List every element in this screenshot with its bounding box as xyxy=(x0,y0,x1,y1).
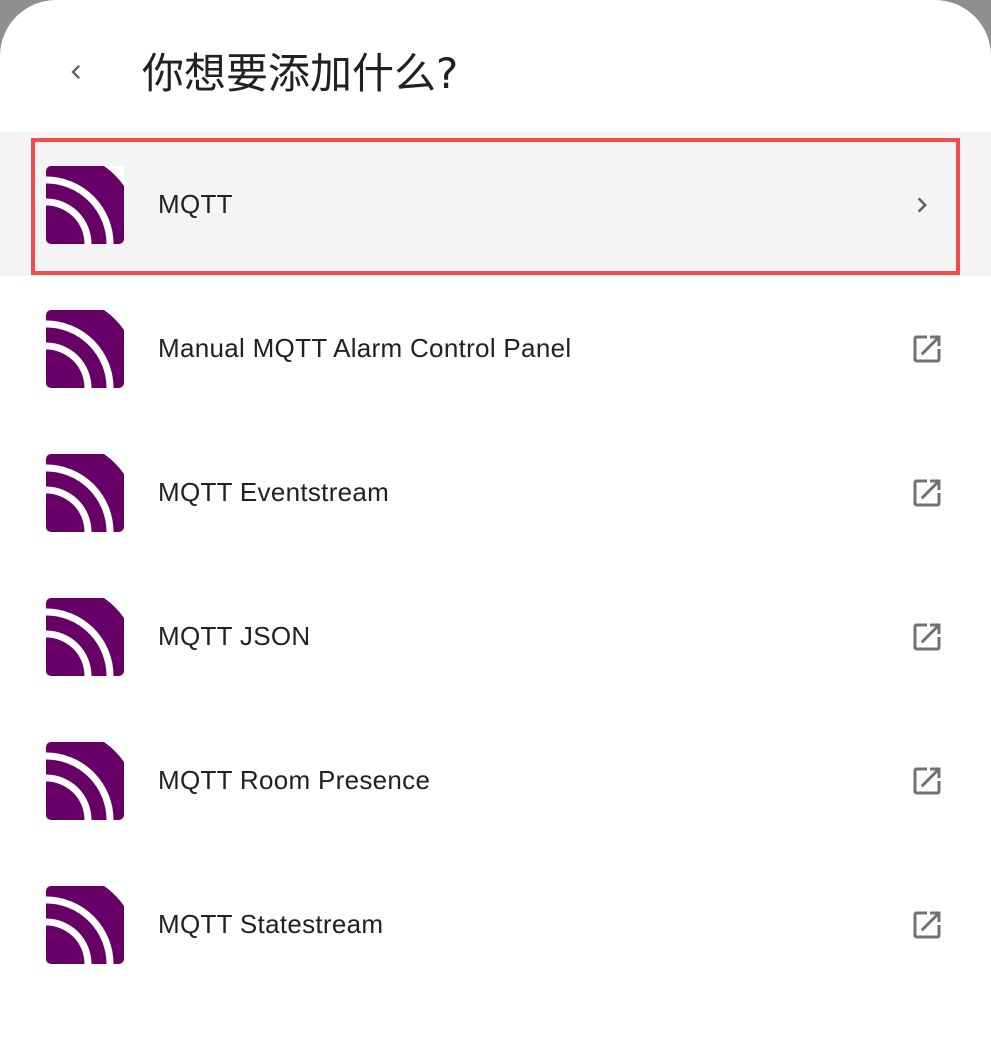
item-label: MQTT JSON xyxy=(158,621,311,651)
integration-list: MQTT Manual MQTT Alarm Control Panel MQT… xyxy=(0,132,991,996)
mqtt-icon xyxy=(46,598,124,676)
item-label: MQTT xyxy=(158,189,233,219)
chevron-right-button[interactable] xyxy=(907,190,937,220)
open-in-new-icon xyxy=(913,767,941,795)
list-item-mqtt-statestream[interactable]: MQTT Statestream xyxy=(0,852,991,996)
list-item-mqtt-room-presence[interactable]: MQTT Room Presence xyxy=(0,708,991,852)
item-label: MQTT Room Presence xyxy=(158,765,431,795)
mqtt-icon xyxy=(46,166,124,244)
chevron-right-icon xyxy=(917,197,927,213)
list-item-manual-mqtt-alarm-control-panel[interactable]: Manual MQTT Alarm Control Panel xyxy=(0,276,991,420)
item-label: MQTT Statestream xyxy=(158,909,384,939)
item-label: MQTT Eventstream xyxy=(158,477,390,507)
mqtt-icon xyxy=(46,886,124,964)
list-item-mqtt[interactable]: MQTT xyxy=(0,132,991,276)
back-button[interactable] xyxy=(52,48,100,96)
mqtt-icon xyxy=(46,454,124,532)
open-in-new-button[interactable] xyxy=(909,907,945,943)
dialog-header: 你想要添加什么? xyxy=(0,0,991,132)
open-in-new-button[interactable] xyxy=(909,619,945,655)
add-integration-dialog: 你想要添加什么? MQTT Manual MQTT Alarm Control … xyxy=(0,0,991,1060)
chevron-left-icon xyxy=(71,65,80,79)
mqtt-icon xyxy=(46,310,124,388)
item-label: Manual MQTT Alarm Control Panel xyxy=(158,333,572,363)
open-in-new-button[interactable] xyxy=(909,763,945,799)
list-item-mqtt-eventstream[interactable]: MQTT Eventstream xyxy=(0,420,991,564)
open-in-new-icon xyxy=(913,623,941,651)
list-item-mqtt-json[interactable]: MQTT JSON xyxy=(0,564,991,708)
open-in-new-icon xyxy=(913,911,941,939)
mqtt-icon xyxy=(46,742,124,820)
open-in-new-button[interactable] xyxy=(909,475,945,511)
open-in-new-button[interactable] xyxy=(909,331,945,367)
open-in-new-icon xyxy=(913,479,941,507)
open-in-new-icon xyxy=(913,335,941,363)
dialog-title: 你想要添加什么? xyxy=(142,49,459,98)
